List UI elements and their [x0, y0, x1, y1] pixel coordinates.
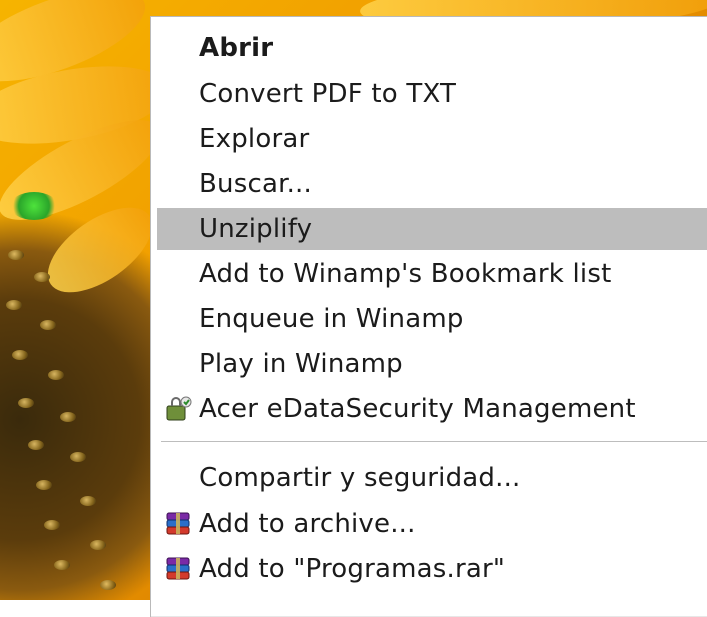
menu-item-acer-edatasecurity-management[interactable]: Acer eDataSecurity Management	[157, 388, 707, 430]
menu-item-label: Compartir y seguridad...	[199, 463, 521, 493]
sunflower-seed	[40, 320, 56, 330]
menu-item-explorar[interactable]: Explorar	[157, 118, 707, 160]
menu-item-play-in-winamp[interactable]: Play in Winamp	[157, 343, 707, 385]
menu-item-add-to-archive[interactable]: Add to archive...	[157, 503, 707, 545]
menu-item-icon-slot	[157, 343, 199, 385]
winrar-icon	[157, 503, 199, 545]
menu-item-add-to-winamp-bookmark-list[interactable]: Add to Winamp's Bookmark list	[157, 253, 707, 295]
sunflower-seed	[80, 496, 96, 506]
menu-item-label: Add to Winamp's Bookmark list	[199, 259, 612, 289]
sunflower-seed	[18, 398, 34, 408]
menu-item-convert-pdf-to-txt[interactable]: Convert PDF to TXT	[157, 73, 707, 115]
menu-item-label: Abrir	[199, 33, 274, 63]
sunflower-seed	[54, 560, 70, 570]
sunflower-seed	[60, 412, 76, 422]
menu-item-icon-slot	[157, 253, 199, 295]
sunflower-seed	[36, 480, 52, 490]
sunflower-seed	[34, 272, 50, 282]
menu-item-abrir[interactable]: Abrir	[157, 27, 707, 69]
menu-item-add-to-programas-rar[interactable]: Add to "Programas.rar"	[157, 548, 707, 590]
sunflower-seed	[6, 300, 22, 310]
sunflower-seed	[12, 350, 28, 360]
menu-item-label: Add to archive...	[199, 509, 416, 539]
menu-item-icon-slot	[157, 163, 199, 205]
sunflower-seed	[70, 452, 86, 462]
sunflower-seed	[48, 370, 64, 380]
wallpaper-green-highlight	[10, 192, 58, 220]
menu-item-label: Unziplify	[199, 214, 313, 244]
winrar-icon-graphic	[166, 557, 190, 580]
menu-item-icon-slot	[157, 27, 199, 69]
sunflower-seed	[28, 440, 44, 450]
menu-item-label: Play in Winamp	[199, 349, 403, 379]
context-menu: Abrir Convert PDF to TXT Explorar Buscar…	[150, 16, 707, 617]
menu-item-icon-slot	[157, 457, 199, 499]
sunflower-seed	[90, 540, 106, 550]
menu-item-label: Convert PDF to TXT	[199, 79, 457, 109]
acer-edatasecurity-icon	[157, 388, 199, 430]
menu-separator	[161, 441, 707, 443]
menu-item-label: Buscar...	[199, 169, 312, 199]
menu-item-label: Enqueue in Winamp	[199, 304, 464, 334]
sunflower-seed	[8, 250, 24, 260]
winrar-icon	[157, 548, 199, 590]
menu-item-icon-slot	[157, 118, 199, 160]
sunflower-seed	[44, 520, 60, 530]
menu-item-enqueue-in-winamp[interactable]: Enqueue in Winamp	[157, 298, 707, 340]
menu-item-buscar[interactable]: Buscar...	[157, 163, 707, 205]
menu-item-label: Add to "Programas.rar"	[199, 554, 506, 584]
menu-item-unziplify[interactable]: Unziplify	[157, 208, 707, 250]
acer-edatasecurity-icon-graphic	[166, 396, 192, 421]
menu-item-label: Explorar	[199, 124, 310, 154]
winrar-icon-graphic	[166, 512, 190, 535]
menu-item-compartir-y-seguridad[interactable]: Compartir y seguridad...	[157, 457, 707, 499]
menu-item-icon-slot	[157, 208, 199, 250]
menu-item-icon-slot	[157, 73, 199, 115]
menu-item-label: Acer eDataSecurity Management	[199, 394, 636, 424]
menu-item-icon-slot	[157, 298, 199, 340]
sunflower-seed	[100, 580, 116, 590]
